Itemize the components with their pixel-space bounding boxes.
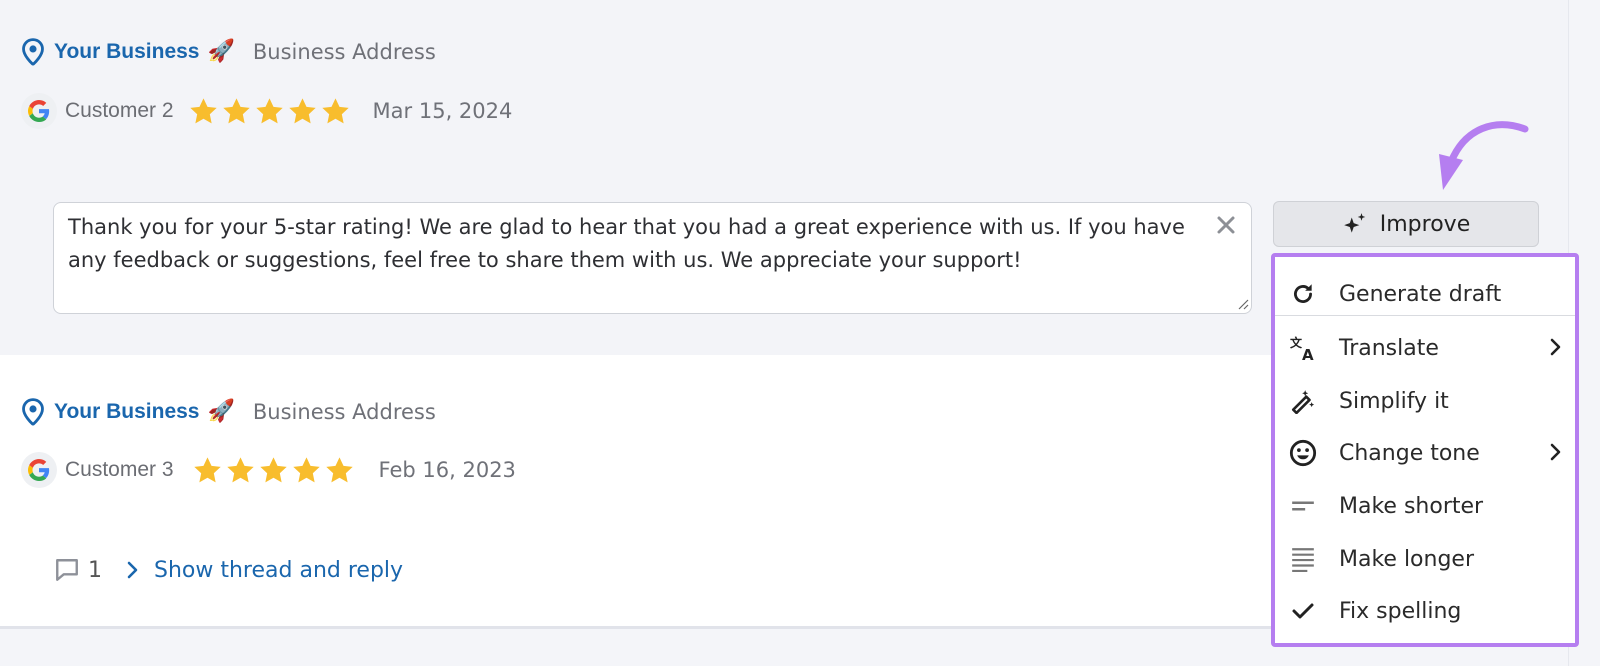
- reply-text: Thank you for your 5-star rating! We are…: [68, 215, 1185, 272]
- refresh-icon: [1289, 280, 1317, 308]
- chevron-right-icon: [1550, 338, 1561, 356]
- thread-row: 1 Show thread and reply: [54, 557, 403, 583]
- business-address: Business Address: [252, 400, 436, 424]
- improve-button[interactable]: Improve: [1273, 201, 1539, 247]
- reply-textarea[interactable]: Thank you for your 5-star rating! We are…: [53, 202, 1252, 314]
- menu-item-change-tone[interactable]: Change tone: [1275, 428, 1575, 478]
- menu-item-fix-spelling[interactable]: Fix spelling: [1275, 586, 1575, 636]
- sparkle-icon: [1343, 213, 1366, 233]
- star-icon: [222, 97, 250, 123]
- customer-name: Customer 2: [65, 99, 174, 122]
- comment-icon: [56, 559, 78, 581]
- star-icon: [193, 456, 221, 482]
- business-address: Business Address: [252, 40, 436, 64]
- star-icon: [226, 456, 254, 482]
- svg-text:A: A: [1302, 346, 1314, 362]
- show-thread-label: Show thread and reply: [154, 557, 404, 583]
- menu-item-generate-draft[interactable]: Generate draft: [1275, 269, 1575, 319]
- rocket-emoji: 🚀: [207, 399, 235, 424]
- improve-button-label: Improve: [1379, 211, 1471, 237]
- long-lines-icon: [1289, 545, 1317, 573]
- improve-menu: Generate draft 文A Translate Simplify it …: [1271, 253, 1579, 647]
- menu-item-label: Make longer: [1339, 546, 1475, 572]
- curved-arrow-annotation-icon: [1439, 121, 1529, 190]
- menu-item-label: Translate: [1339, 335, 1439, 361]
- star-icon: [288, 97, 316, 123]
- business-row: Your Business 🚀 Business Address: [20, 38, 436, 66]
- business-row: Your Business 🚀 Business Address: [20, 398, 436, 426]
- star-rating: [192, 455, 355, 486]
- menu-item-label: Simplify it: [1339, 388, 1449, 414]
- star-icon: [321, 97, 349, 123]
- customer-row: Customer 3 Feb 16, 2023: [21, 452, 516, 488]
- business-name-link[interactable]: Your Business: [54, 40, 199, 64]
- translate-icon: 文A: [1289, 334, 1317, 362]
- customer-name: Customer 3: [65, 458, 174, 481]
- review-date: Mar 15, 2024: [372, 99, 513, 123]
- menu-item-label: Fix spelling: [1339, 598, 1462, 624]
- google-icon: [21, 452, 57, 488]
- review-date: Feb 16, 2023: [378, 458, 516, 482]
- short-lines-icon: [1289, 492, 1317, 520]
- resize-handle-icon[interactable]: [1237, 298, 1249, 310]
- menu-item-translate[interactable]: 文A Translate: [1275, 323, 1575, 373]
- show-thread-link[interactable]: Show thread and reply: [126, 558, 403, 583]
- smiley-icon: [1289, 439, 1317, 467]
- star-icon: [259, 456, 287, 482]
- menu-item-simplify[interactable]: Simplify it: [1275, 376, 1575, 426]
- star-icon: [325, 456, 353, 482]
- chevron-right-icon: [1550, 443, 1561, 461]
- menu-item-label: Make shorter: [1339, 493, 1484, 519]
- menu-item-make-shorter[interactable]: Make shorter: [1275, 481, 1575, 531]
- check-icon: [1289, 597, 1317, 625]
- comment-count: 1: [88, 557, 102, 583]
- star-rating: [188, 96, 351, 127]
- google-icon: [21, 93, 57, 129]
- menu-item-make-longer[interactable]: Make longer: [1275, 534, 1575, 584]
- magic-wand-icon: [1289, 387, 1317, 415]
- menu-item-label: Generate draft: [1339, 281, 1502, 307]
- star-icon: [255, 97, 283, 123]
- star-icon: [292, 456, 320, 482]
- star-icon: [189, 97, 217, 123]
- business-name-link[interactable]: Your Business: [54, 400, 199, 424]
- location-pin-icon: [22, 38, 44, 66]
- menu-divider: [1275, 315, 1575, 316]
- location-pin-icon: [22, 398, 44, 426]
- clear-reply-close-icon[interactable]: [1215, 214, 1237, 236]
- chevron-right-icon: [127, 561, 138, 579]
- rocket-emoji: 🚀: [207, 39, 235, 64]
- customer-row: Customer 2 Mar 15, 2024: [21, 93, 512, 129]
- menu-item-label: Change tone: [1339, 440, 1480, 466]
